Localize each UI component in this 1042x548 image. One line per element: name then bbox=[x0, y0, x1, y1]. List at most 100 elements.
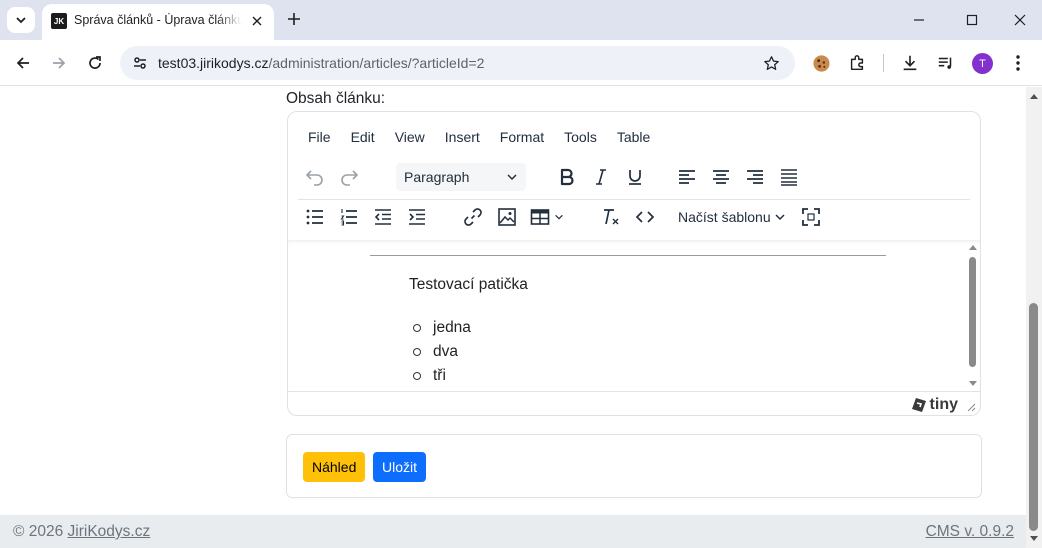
editor-toolbar-row-1: Paragraph bbox=[298, 160, 806, 194]
tab-search-button[interactable] bbox=[7, 7, 35, 33]
browser-tab-active[interactable]: JK Správa článků - Úprava článku bbox=[42, 4, 274, 40]
undo-icon bbox=[305, 170, 323, 186]
editor-statusbar: tiny bbox=[288, 391, 980, 415]
outdent-button[interactable] bbox=[366, 203, 400, 231]
outdent-icon bbox=[374, 209, 391, 225]
align-left-button[interactable] bbox=[670, 163, 704, 191]
load-template-select[interactable]: Načíst šablonu bbox=[670, 203, 794, 231]
code-icon bbox=[635, 211, 655, 223]
list-bullet bbox=[413, 372, 421, 380]
extensions-button[interactable] bbox=[846, 52, 868, 74]
align-justify-button[interactable] bbox=[772, 163, 806, 191]
link-icon bbox=[464, 208, 482, 226]
editor-toolbar-row-2: Načíst šablonu bbox=[298, 199, 970, 233]
undo-button[interactable] bbox=[298, 163, 332, 191]
align-left-icon bbox=[679, 170, 695, 184]
insert-image-button[interactable] bbox=[490, 203, 524, 231]
scroll-down-icon bbox=[969, 381, 977, 386]
redo-icon bbox=[341, 170, 359, 186]
align-right-icon bbox=[747, 170, 763, 184]
italic-button[interactable] bbox=[584, 163, 618, 191]
list-bullet bbox=[413, 348, 421, 356]
menu-tools[interactable]: Tools bbox=[554, 129, 607, 149]
site-favicon: JK bbox=[51, 13, 67, 29]
star-icon bbox=[763, 55, 779, 70]
media-controls-button[interactable] bbox=[935, 52, 957, 74]
editor-menubar: File Edit View Insert Format Tools Table bbox=[298, 129, 660, 149]
address-bar[interactable]: test03.jirikodys.cz/administration/artic… bbox=[120, 46, 795, 80]
italic-icon bbox=[596, 169, 606, 185]
preview-button[interactable]: Náhled bbox=[303, 452, 366, 482]
maximize-button[interactable] bbox=[958, 6, 986, 34]
circle-list: jedna dva tři bbox=[413, 316, 471, 388]
numbered-list-button[interactable] bbox=[332, 203, 366, 231]
author-link[interactable]: JiriKodys.cz bbox=[68, 523, 151, 540]
copyright-text: © 2026 bbox=[13, 523, 68, 540]
list-item-text: dva bbox=[433, 343, 458, 360]
close-icon bbox=[1014, 14, 1026, 26]
indent-icon bbox=[409, 209, 425, 225]
load-template-label: Načíst šablonu bbox=[678, 209, 771, 225]
page-scrollbar[interactable] bbox=[1026, 87, 1042, 548]
list-item: jedna bbox=[413, 316, 471, 340]
forward-button[interactable] bbox=[46, 50, 72, 76]
bold-icon bbox=[560, 168, 574, 186]
page-content: Obsah článku: File Edit View Insert Form… bbox=[0, 87, 1026, 548]
minimize-button[interactable] bbox=[905, 6, 933, 34]
editor-scrollbar[interactable] bbox=[966, 240, 980, 392]
bullet-list-button[interactable] bbox=[298, 203, 332, 231]
cms-version-link[interactable]: CMS v. 0.9.2 bbox=[926, 523, 1014, 541]
menu-view[interactable]: View bbox=[385, 129, 435, 149]
redo-button[interactable] bbox=[332, 163, 366, 191]
reload-button[interactable] bbox=[82, 50, 108, 76]
scroll-up-icon bbox=[969, 245, 977, 250]
tab-close-button[interactable] bbox=[248, 12, 266, 30]
menu-format[interactable]: Format bbox=[490, 129, 554, 149]
tiny-brand-logo[interactable]: tiny bbox=[911, 396, 958, 414]
menu-insert[interactable]: Insert bbox=[435, 129, 490, 149]
source-code-button[interactable] bbox=[628, 203, 662, 231]
site-info-button[interactable] bbox=[130, 53, 150, 73]
clear-formatting-icon bbox=[604, 209, 619, 225]
footer-paragraph: Testovací patička bbox=[409, 276, 528, 293]
clear-formatting-button[interactable] bbox=[594, 203, 628, 231]
table-icon bbox=[530, 209, 550, 225]
fullscreen-button[interactable] bbox=[794, 203, 828, 231]
downloads-button[interactable] bbox=[899, 52, 921, 74]
browser-menu-button[interactable] bbox=[1007, 52, 1029, 74]
bookmark-button[interactable] bbox=[761, 53, 781, 73]
resize-handle-icon[interactable] bbox=[966, 402, 976, 412]
new-tab-button[interactable] bbox=[283, 8, 305, 30]
menu-file[interactable]: File bbox=[298, 129, 341, 149]
block-format-select[interactable]: Paragraph bbox=[396, 163, 526, 191]
align-center-button[interactable] bbox=[704, 163, 738, 191]
window-close-button[interactable] bbox=[1006, 6, 1034, 34]
download-icon bbox=[903, 55, 917, 71]
queue-music-icon bbox=[938, 57, 952, 69]
editor-content-area[interactable]: Testovací patička jedna dva tři bbox=[288, 240, 980, 392]
editor-scroll-thumb[interactable] bbox=[969, 257, 976, 367]
profile-avatar[interactable]: T bbox=[972, 53, 993, 74]
browser-tab-bar: JK Správa článků - Úprava článku bbox=[0, 0, 1042, 40]
list-item: dva bbox=[413, 340, 471, 364]
scroll-down-icon bbox=[1030, 536, 1038, 541]
url-host: test03.jirikodys.cz bbox=[158, 55, 269, 71]
underline-button[interactable] bbox=[618, 163, 652, 191]
list-item-text: tři bbox=[433, 367, 446, 384]
rich-text-editor: File Edit View Insert Format Tools Table… bbox=[287, 111, 981, 416]
horizontal-rule bbox=[370, 255, 886, 256]
indent-button[interactable] bbox=[400, 203, 434, 231]
menu-edit[interactable]: Edit bbox=[341, 129, 385, 149]
numbered-list-icon bbox=[340, 209, 357, 226]
menu-table[interactable]: Table bbox=[607, 129, 660, 149]
page-scroll-thumb[interactable] bbox=[1029, 303, 1038, 531]
arrow-right-icon bbox=[53, 57, 66, 69]
insert-link-button[interactable] bbox=[456, 203, 490, 231]
align-right-button[interactable] bbox=[738, 163, 772, 191]
fullscreen-icon bbox=[802, 208, 820, 226]
back-button[interactable] bbox=[10, 50, 36, 76]
insert-table-button[interactable] bbox=[524, 203, 570, 231]
bold-button[interactable] bbox=[550, 163, 584, 191]
save-button[interactable]: Uložit bbox=[373, 452, 427, 482]
cookie-extension-button[interactable] bbox=[810, 52, 832, 74]
